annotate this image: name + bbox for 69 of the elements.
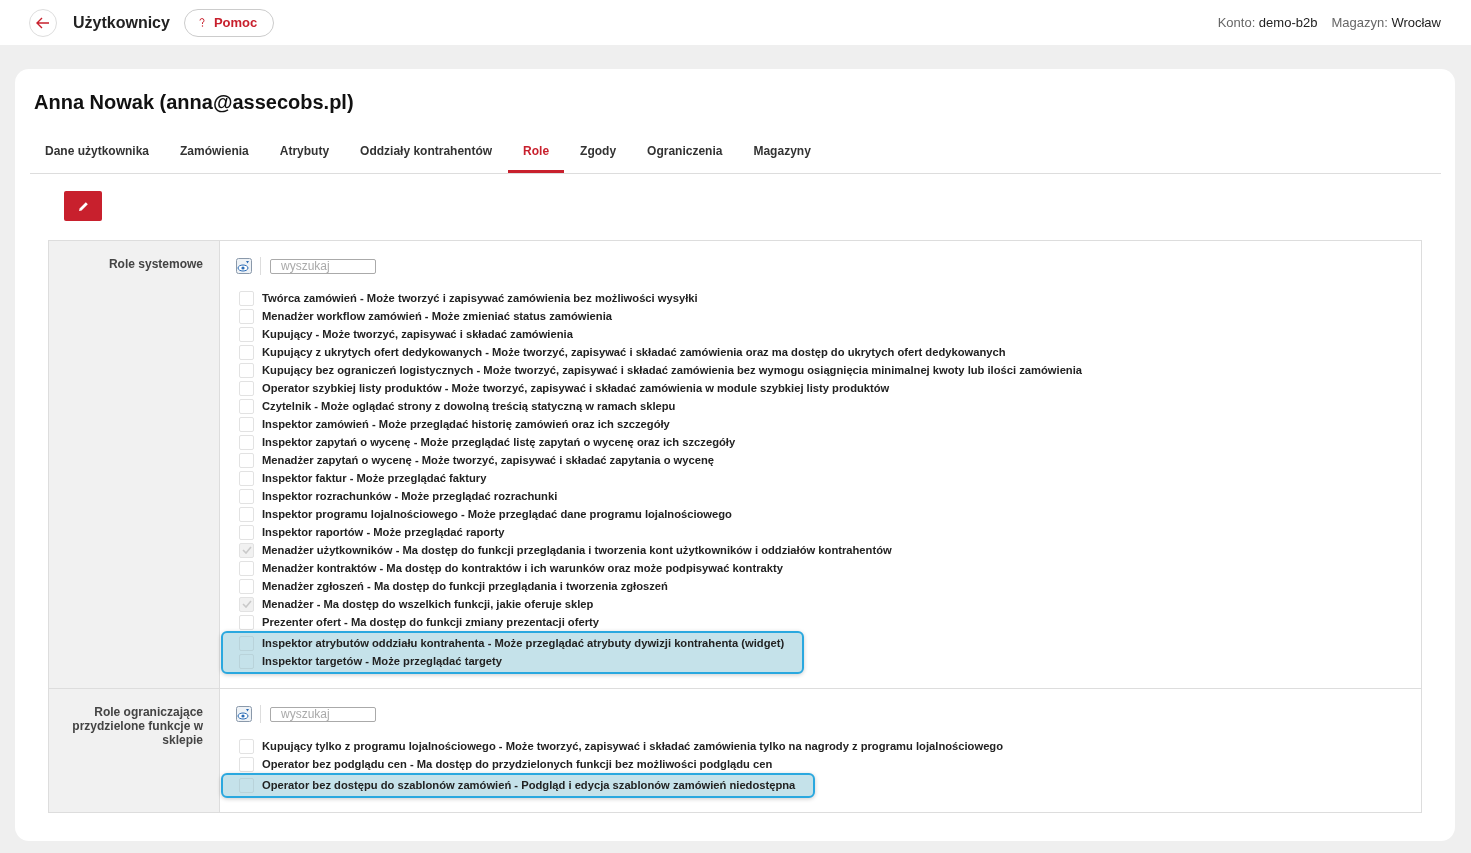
checkbox[interactable] [239,326,254,342]
checkbox[interactable] [239,398,254,414]
checkbox[interactable] [239,738,254,754]
checkbox[interactable] [239,308,254,324]
checkbox[interactable] [239,380,254,396]
role-label: Operator szybkiej listy produktów - Może tworzyć, zapisywać i składać zamówienia w module szybkiej listy produktów [262,382,890,394]
tab[interactable]: Role [508,131,565,173]
section-label: Role systemowe [107,257,203,271]
help-button[interactable]: Pomoc [183,8,275,37]
role-label: Menadżer - Ma dostęp do wszelkich funkcji, jakie oferuje sklep [262,598,594,610]
role-label: Menadżer kontraktów - Ma dostęp do kontraktów i ich warunków oraz może podpisywać kontrakty [262,562,783,574]
tab[interactable]: Atrybuty [264,131,345,173]
role-label: Czytelnik - Może oglądać strony z dowolną treścią statyczną w ramach sklepu [262,400,676,412]
tab[interactable]: Oddziały kontrahentów [345,131,508,173]
checkbox[interactable] [239,596,254,612]
tab[interactable]: Magazyny [738,131,826,173]
role-label: Kupujący z ukrytych ofert dedykowanych - Może tworzyć, zapisywać i składać zamówienia oraz ma dostęp do ukrytych ofert dedykowanych [262,346,1006,358]
role-label: Menadżer zapytań o wycenę - Może tworzyć, zapisywać i składać zapytania o wycenę [262,454,714,466]
tab[interactable]: Zgody [565,131,632,173]
checkbox[interactable] [239,542,254,558]
toggle-icon[interactable] [236,258,252,274]
checkbox[interactable] [239,416,254,432]
checkbox[interactable] [239,290,254,306]
checkbox[interactable] [239,362,254,378]
checkbox[interactable] [239,434,254,450]
role-label: Twórca zamówień - Może tworzyć i zapisywać zamówienia bez możliwości wysyłki [262,292,698,304]
tab[interactable]: Dane użytkownika [30,131,165,173]
pencil-icon [77,200,89,212]
role-label: Inspektor targetów - Może przeglądać targety [262,655,502,667]
role-label: Kupujący bez ograniczeń logistycznych - Może tworzyć, zapisywać i składać zamówienia bez wymogu osiągnięcia minimalnej kwoty lub ilości zamówienia [262,364,1083,376]
role-label: Inspektor programu lojalnościowego - Może przeglądać dane programu lojalnościowego [262,508,732,520]
checkbox[interactable] [239,560,254,576]
back-button[interactable] [29,8,57,37]
role-label: Operator bez podglądu cen - Ma dostęp do przydzielonych funkcji bez możliwości podglądu cen [262,758,773,770]
role-label: Kupujący tylko z programu lojalnościowego - Może tworzyć, zapisywać i składać zamówienia tylko na nagrody z programu lojalnościowego [262,740,1004,752]
role-label: Operator bez dostępu do szablonów zamówień - Podgląd i edycja szablonów zamówień niedostępna [262,779,796,791]
checkbox[interactable] [239,470,254,486]
role-label: Menadżer użytkowników - Ma dostęp do funkcji przeglądania i tworzenia kont użytkowników i oddziałów kontrahentów [262,544,892,556]
edit-button[interactable] [64,191,102,221]
search-field[interactable]: wyszukaj [270,706,376,722]
tab[interactable]: Ograniczenia [632,131,738,173]
role-label: Inspektor zapytań o wycenę - Może przeglądać listę zapytań o wycenę oraz ich szczegóły [262,436,736,448]
page-title: Użytkownicy [73,13,170,32]
checkbox[interactable] [239,524,254,540]
role-label: Inspektor rozrachunków - Może przeglądać rozrachunki [262,490,558,502]
question-icon [198,18,205,27]
role-label: Kupujący - Może tworzyć, zapisywać i składać zamówienia [262,328,573,340]
section-label: Role ograniczające przydzielone funkcje w sklepie [71,705,203,747]
role-label: Menadżer zgłoszeń - Ma dostęp do funkcji przeglądania i tworzenia zgłoszeń [262,580,668,592]
checkbox[interactable] [239,452,254,468]
header-info: Konto: demo-b2b [1217,15,1318,30]
checkbox[interactable] [239,488,254,504]
checkbox[interactable] [239,506,254,522]
toggle-icon[interactable] [236,706,252,722]
user-title: Anna Nowak (anna@assecobs.pl) [34,91,355,114]
tab[interactable]: Zamówienia [165,131,264,173]
role-label: Inspektor raportów - Może przeglądać raporty [262,526,505,538]
search-field[interactable]: wyszukaj [270,258,376,274]
checkbox[interactable] [239,344,254,360]
role-label: Menadżer workflow zamówień - Może zmieniać status zamówienia [262,310,612,322]
role-label: Inspektor atrybutów oddziału kontrahenta - Może przeglądać atrybuty dywizji kontrahenta (widget) [262,637,785,649]
header-info: Magazyn: Wrocław [1331,15,1441,30]
checkbox[interactable] [239,756,254,772]
role-label: Inspektor zamówień - Może przeglądać historię zamówień oraz ich szczegóły [262,418,670,430]
role-label: Inspektor faktur - Może przeglądać faktury [262,472,487,484]
role-label: Prezenter ofert - Ma dostęp do funkcji zmiany prezentacji oferty [262,616,599,628]
checkbox[interactable] [239,614,254,630]
back-arrow-icon [36,16,50,29]
checkbox[interactable] [239,578,254,594]
